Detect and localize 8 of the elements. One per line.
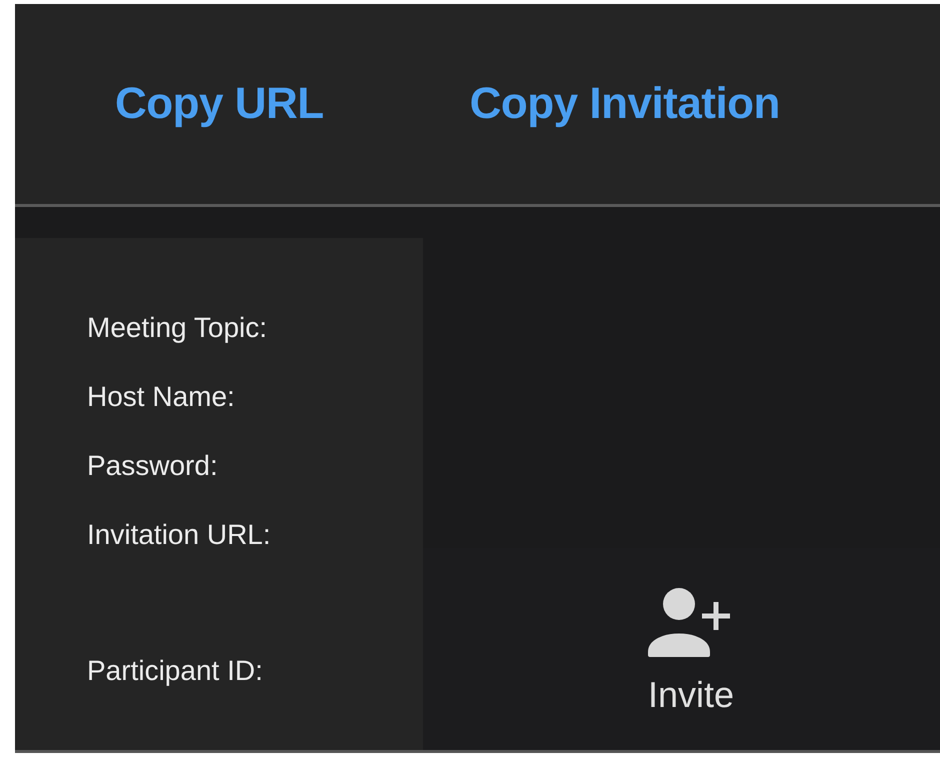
copy-button[interactable]: Copy URL <box>115 79 324 129</box>
field-label: Invitation URL: <box>87 518 272 552</box>
invite-button[interactable]: Invite <box>648 548 734 750</box>
field-label: Participant ID: <box>87 654 264 688</box>
copy-button[interactable]: Copy Invitation <box>470 79 780 129</box>
field-label: Password: <box>87 449 219 483</box>
field-label: Host Name: <box>87 380 236 414</box>
field-label: Meeting Topic: <box>87 311 268 345</box>
